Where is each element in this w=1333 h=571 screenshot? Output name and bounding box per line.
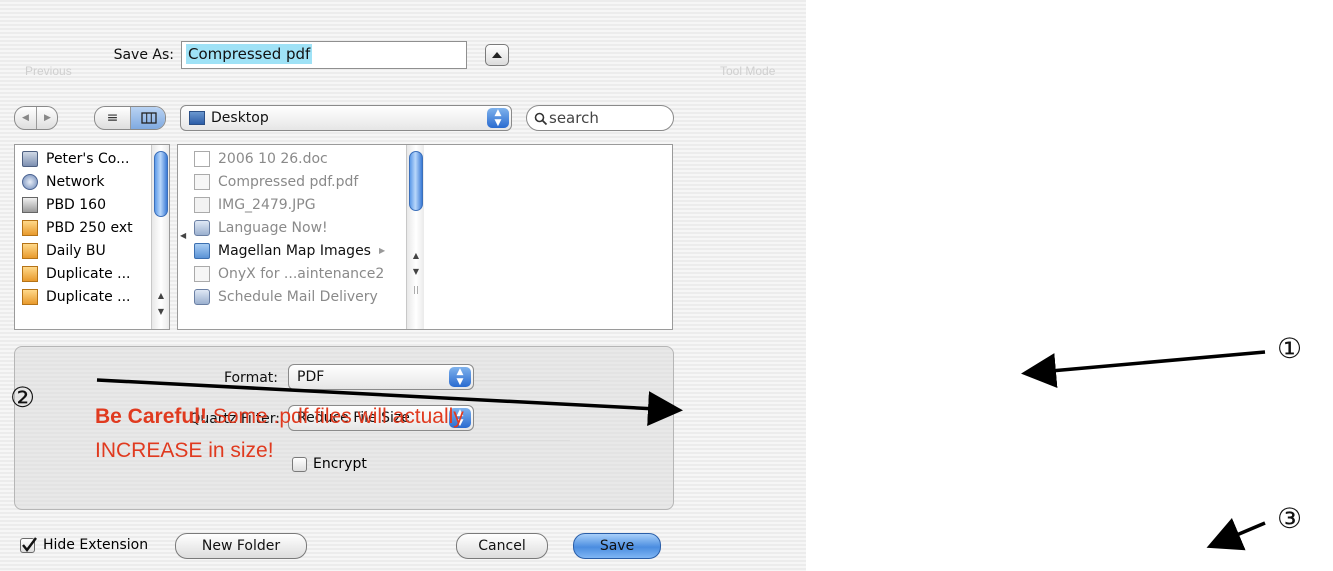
annotation-arrows (96, 350, 1266, 551)
marker-2: ② (10, 381, 36, 414)
marker-3: ③ (1277, 502, 1303, 535)
warning-note: Be Careful! Some .pdf files will actuall… (95, 400, 515, 468)
arrow-to-save (1206, 517, 1266, 551)
arrow-to-format (1021, 350, 1266, 388)
warning-bold: Be Careful! (95, 405, 208, 428)
marker-1: ① (1277, 332, 1303, 365)
